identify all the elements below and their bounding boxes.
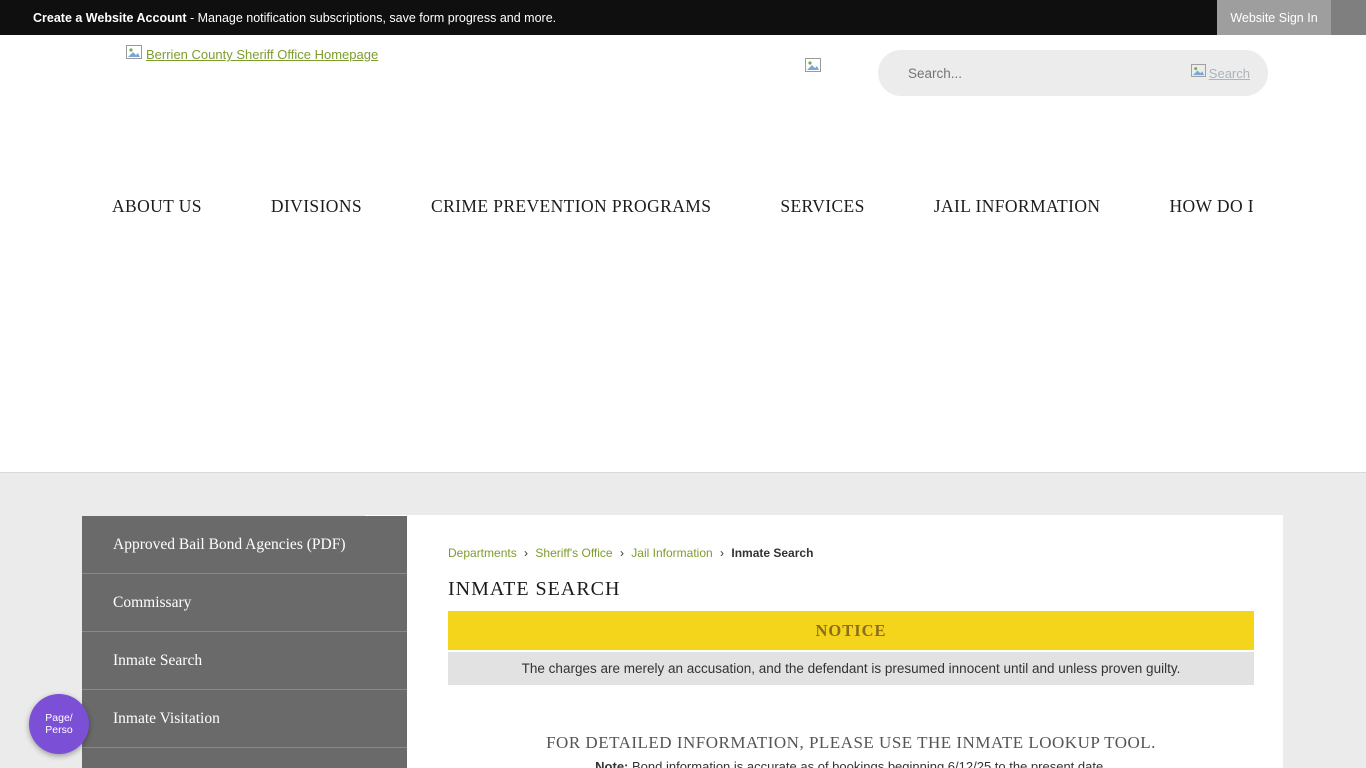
widget-label-line1: Page/ [45,712,72,724]
bond-note-text: Bond information is accurate as of booki… [628,759,1106,768]
notice-box: NOTICE The charges are merely an accusat… [448,611,1254,685]
breadcrumb-separator: › [620,546,624,560]
bond-note-label: Note: [595,759,628,768]
breadcrumb-jail-information[interactable]: Jail Information [631,546,712,560]
breadcrumb-departments[interactable]: Departments [448,546,517,560]
page-person-widget-button[interactable]: Page/ Perso [29,694,89,754]
account-promo-text[interactable]: Create a Website Account - Manage notifi… [0,11,556,25]
main-navigation: ABOUT US DIVISIONS CRIME PREVENTION PROG… [0,196,1366,217]
breadcrumb: Departments › Sheriff's Office › Jail In… [448,546,813,560]
bond-note: Note: Bond information is accurate as of… [448,759,1254,768]
nav-divisions[interactable]: DIVISIONS [271,196,362,217]
nav-how-do-i[interactable]: HOW DO I [1169,196,1254,217]
sidebar-item-approved-bail-bond-agencies[interactable]: Approved Bail Bond Agencies (PDF) [82,516,407,574]
sidebar-item-inmate-search[interactable]: Inmate Search [82,632,407,690]
sidebar-item-commissary[interactable]: Commissary [82,574,407,632]
breadcrumb-current: Inmate Search [731,546,813,560]
nav-services[interactable]: SERVICES [780,196,864,217]
broken-image-icon [805,58,821,77]
notice-heading: NOTICE [448,611,1254,650]
site-logo-link[interactable]: Berrien County Sheriff Office Homepage [126,45,378,64]
sidebar-item-inmate-visitation[interactable]: Inmate Visitation [82,690,407,748]
search-input[interactable] [906,65,1191,82]
jail-sidebar-menu: Approved Bail Bond Agencies (PDF) Commis… [82,516,407,768]
broken-image-icon [126,45,142,64]
website-sign-in-button[interactable]: Website Sign In [1217,0,1331,35]
page: Create a Website Account - Manage notifi… [0,0,1366,768]
nav-jail-information[interactable]: JAIL INFORMATION [934,196,1101,217]
top-account-bar: Create a Website Account - Manage notifi… [0,0,1366,35]
notice-body-text: The charges are merely an accusation, an… [448,652,1254,685]
site-search: Search [878,50,1268,96]
search-button[interactable]: Search [1191,64,1250,82]
account-promo-bold: Create a Website Account [33,11,187,25]
breadcrumb-sheriffs-office[interactable]: Sheriff's Office [535,546,612,560]
nav-about-us[interactable]: ABOUT US [112,196,202,217]
search-alt-text: Search [1209,66,1250,81]
nav-crime-prevention-programs[interactable]: CRIME PREVENTION PROGRAMS [431,196,711,217]
logo-alt-text: Berrien County Sheriff Office Homepage [146,47,378,62]
broken-image-icon [1191,64,1206,82]
breadcrumb-separator: › [720,546,724,560]
page-title: INMATE SEARCH [448,578,620,601]
breadcrumb-separator: › [524,546,528,560]
topbar-right-strip [1331,0,1366,35]
widget-label-line2: Perso [45,724,72,736]
account-promo-rest: - Manage notification subscriptions, sav… [187,11,557,25]
lookup-instruction: FOR DETAILED INFORMATION, PLEASE USE THE… [448,733,1254,753]
